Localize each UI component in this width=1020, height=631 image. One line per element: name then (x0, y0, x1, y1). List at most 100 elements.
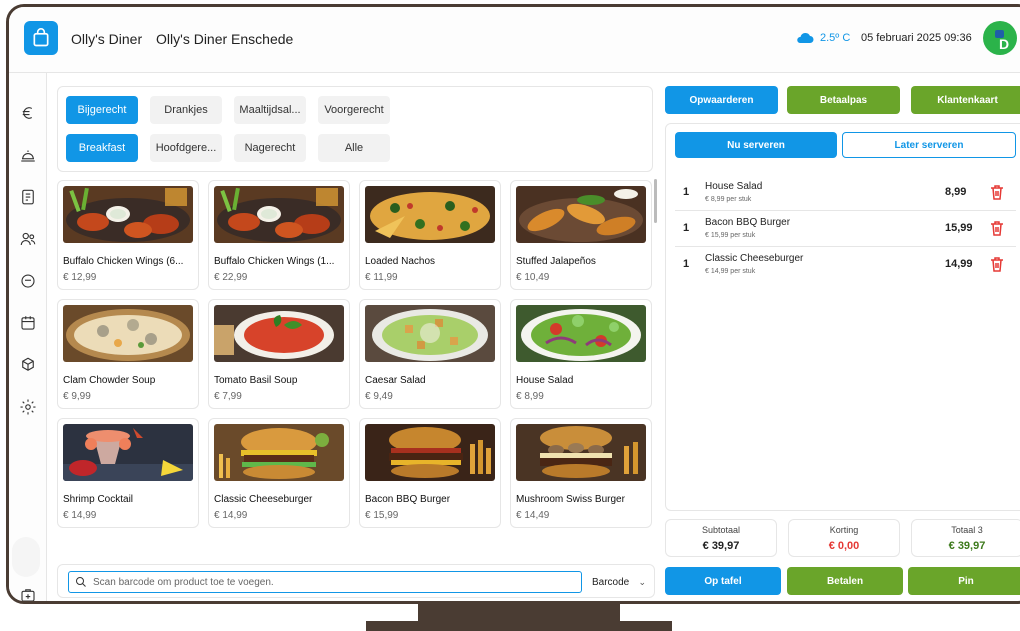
product-card[interactable]: Buffalo Chicken Wings (6... € 12,99 (57, 180, 199, 290)
product-card[interactable]: Classic Cheeseburger € 14,99 (208, 418, 350, 528)
product-image (214, 305, 344, 362)
product-card[interactable]: Stuffed Jalapeños € 10,49 (510, 180, 652, 290)
product-name: Caesar Salad (365, 375, 426, 386)
product-price: € 12,99 (63, 272, 97, 283)
product-grid-scrollbar[interactable] (654, 179, 657, 223)
users-icon[interactable] (18, 229, 38, 249)
avatar-initial: D (999, 36, 1010, 52)
product-image (63, 186, 193, 243)
order-line-total: 15,99 (945, 222, 973, 234)
product-name: Shrimp Cocktail (63, 494, 134, 505)
discount-value: € 0,00 (828, 540, 860, 552)
product-price: € 22,99 (214, 272, 248, 283)
order-line-total: 14,99 (945, 258, 973, 270)
add-package-icon[interactable] (18, 585, 38, 601)
category-panel: Bijgerecht Drankjes Maaltijdsal... Voorg… (57, 86, 653, 172)
barcode-search-input[interactable]: Scan barcode om product toe te voegen. (68, 571, 582, 593)
tab-later-serveren[interactable]: Later serveren (842, 132, 1016, 158)
monitor-stand-neck (418, 604, 620, 622)
product-price: € 14,99 (63, 510, 97, 521)
betaalpas-button[interactable]: Betaalpas (787, 86, 900, 114)
product-name: House Salad (516, 375, 574, 386)
product-price: € 9,49 (365, 391, 393, 402)
sidebar-toggle[interactable] (12, 537, 40, 577)
subtotal-label: Subtotaal (701, 525, 741, 535)
user-avatar[interactable]: D (983, 21, 1017, 55)
discount-box[interactable]: Korting € 0,00 (788, 519, 900, 557)
chevron-down-icon: ⌄ (638, 576, 646, 587)
menu-icon[interactable] (18, 187, 38, 207)
product-price: € 15,99 (365, 510, 399, 521)
category-tab-bijgerecht[interactable]: Bijgerecht (66, 96, 138, 124)
product-name: Bacon BBQ Burger (365, 494, 451, 505)
scan-bar: Scan barcode om product toe te voegen. B… (57, 564, 655, 598)
order-row[interactable]: 1 Bacon BBQ Burger € 15,99 per stuk 15,9… (675, 211, 1016, 247)
brand: Olly's Diner Olly's Diner Enschede (71, 31, 303, 47)
order-row[interactable]: 1 Classic Cheeseburger € 14,99 per stuk … (675, 247, 1016, 283)
product-card[interactable]: Bacon BBQ Burger € 15,99 (359, 418, 501, 528)
temperature: 2.5º C (820, 32, 851, 44)
category-tab-breakfast[interactable]: Breakfast (66, 134, 138, 162)
klantenkaart-button[interactable]: Klantenkaart (911, 86, 1020, 114)
product-card[interactable]: Buffalo Chicken Wings (1... € 22,99 (208, 180, 350, 290)
location-name: Olly's Diner Enschede (156, 31, 294, 47)
product-name: Stuffed Jalapeños (516, 256, 596, 267)
category-tab-hoofdgerecht[interactable]: Hoofdgere... (150, 134, 222, 162)
cloche-icon[interactable] (18, 145, 38, 165)
product-price: € 7,99 (214, 391, 242, 402)
product-name: Buffalo Chicken Wings (1... (214, 256, 335, 267)
discount-label: Korting (829, 525, 859, 535)
euro-icon[interactable] (18, 103, 38, 123)
order-qty: 1 (683, 186, 690, 198)
category-tab-nagerecht[interactable]: Nagerecht (234, 134, 306, 162)
product-card[interactable]: Mushroom Swiss Burger € 14,49 (510, 418, 652, 528)
product-name: Mushroom Swiss Burger (516, 494, 625, 505)
category-tab-maaltijdsalades[interactable]: Maaltijdsal... (234, 96, 306, 124)
order-item-name: Classic Cheeseburger (705, 253, 804, 264)
order-panel: Nu serveren Later serveren 1 House Salad… (665, 123, 1020, 511)
order-qty: 1 (683, 222, 690, 234)
order-item-name: House Salad (705, 181, 763, 192)
boxes-icon[interactable] (18, 355, 38, 375)
calendar-icon[interactable] (18, 313, 38, 333)
search-icon (76, 577, 86, 587)
product-image (214, 424, 344, 481)
monitor-stand-base (366, 621, 672, 631)
product-image (365, 186, 495, 243)
category-tab-voorgerecht[interactable]: Voorgerecht (318, 96, 390, 124)
tab-nu-serveren[interactable]: Nu serveren (675, 132, 837, 158)
total-box: Totaal 3 € 39,97 (911, 519, 1020, 557)
barcode-mode-value: Barcode (592, 576, 630, 588)
category-tab-alle[interactable]: Alle (318, 134, 390, 162)
product-card[interactable]: Clam Chowder Soup € 9,99 (57, 299, 199, 409)
monitor-screen: Olly's Diner Olly's Diner Enschede 2.5º … (6, 4, 1020, 604)
product-card[interactable]: Shrimp Cocktail € 14,99 (57, 418, 199, 528)
total-label: Totaal 3 (951, 525, 983, 535)
order-unit-price: € 14,99 per stuk (705, 268, 756, 275)
product-card[interactable]: Loaded Nachos € 11,99 (359, 180, 501, 290)
product-price: € 9,99 (63, 391, 91, 402)
betalen-button[interactable]: Betalen (787, 567, 903, 595)
chat-icon[interactable] (18, 271, 38, 291)
weather: 2.5º C (796, 32, 850, 44)
product-name: Classic Cheeseburger (214, 494, 313, 505)
product-card[interactable]: Tomato Basil Soup € 7,99 (208, 299, 350, 409)
trash-icon[interactable] (990, 220, 1004, 236)
product-image (63, 424, 193, 481)
product-price: € 14,49 (516, 510, 550, 521)
trash-icon[interactable] (990, 184, 1004, 200)
settings-icon[interactable] (18, 397, 38, 417)
product-card[interactable]: House Salad € 8,99 (510, 299, 652, 409)
pin-button[interactable]: Pin (908, 567, 1020, 595)
order-row[interactable]: 1 House Salad € 8,99 per stuk 8,99 (675, 175, 1016, 211)
opwaarderen-button[interactable]: Opwaarderen (665, 86, 778, 114)
order-item-name: Bacon BBQ Burger (705, 217, 791, 228)
product-card[interactable]: Caesar Salad € 9,49 (359, 299, 501, 409)
barcode-mode-select[interactable]: Barcode ⌄ (588, 571, 650, 593)
category-tab-drankjes[interactable]: Drankjes (150, 96, 222, 124)
product-name: Clam Chowder Soup (63, 375, 156, 386)
subtotal-value: € 39,97 (702, 540, 740, 552)
op-tafel-button[interactable]: Op tafel (665, 567, 781, 595)
trash-icon[interactable] (990, 256, 1004, 272)
product-price: € 14,99 (214, 510, 248, 521)
